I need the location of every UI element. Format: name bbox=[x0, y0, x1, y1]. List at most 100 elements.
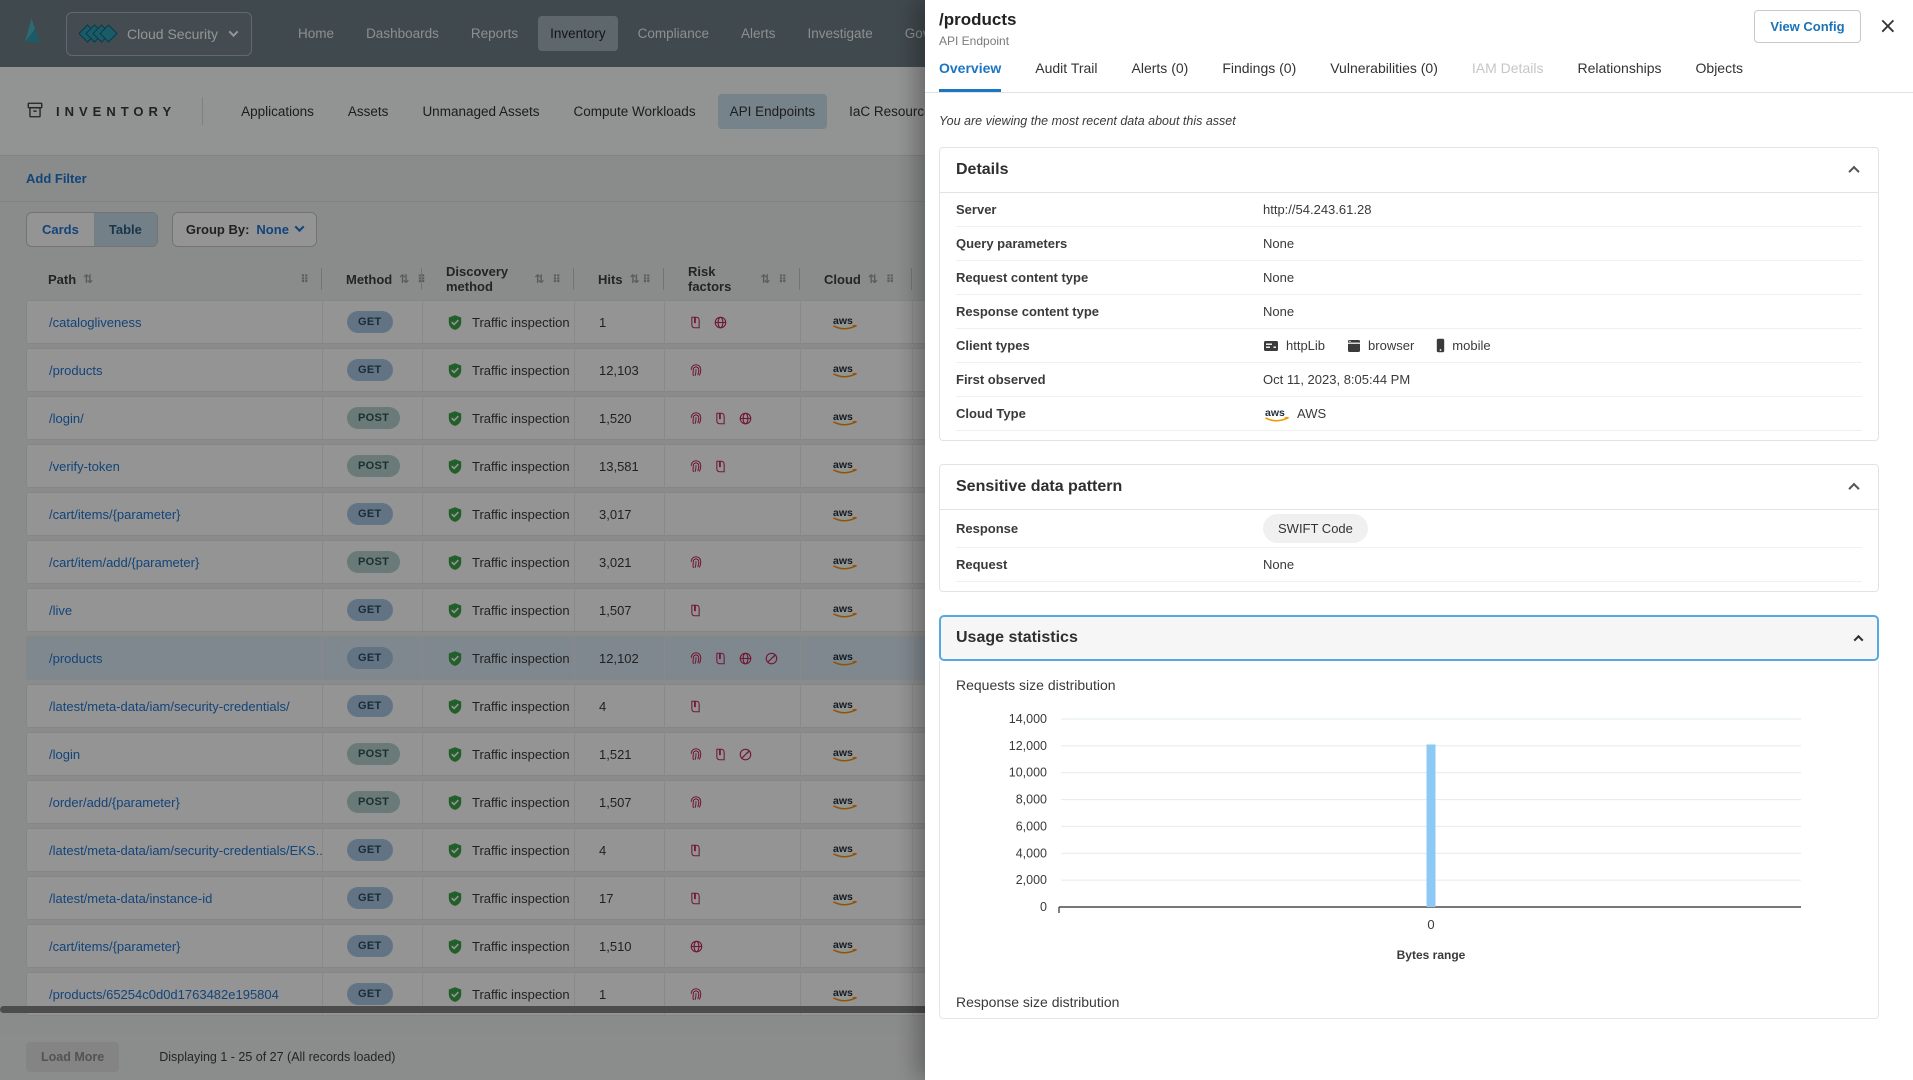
product-switcher[interactable]: Cloud Security bbox=[66, 12, 252, 56]
discovery-method: Traffic inspection bbox=[447, 554, 570, 571]
hits-cell: 1,520 bbox=[575, 397, 665, 439]
sensitive-data-icon[interactable] bbox=[689, 603, 702, 618]
path-link[interactable]: /verify-token bbox=[49, 459, 120, 474]
group-by-dropdown[interactable]: Group By: None bbox=[172, 212, 317, 247]
sensitive-data-icon[interactable] bbox=[714, 651, 727, 666]
path-link[interactable]: /login/ bbox=[49, 411, 84, 426]
path-link[interactable]: /live bbox=[49, 603, 72, 618]
tab-objects[interactable]: Objects bbox=[1696, 60, 1743, 92]
nav-item-reports[interactable]: Reports bbox=[459, 16, 530, 51]
tab-audit-trail[interactable]: Audit Trail bbox=[1035, 60, 1097, 92]
sort-icon[interactable]: ⇅ bbox=[399, 272, 409, 286]
sensitive-data-icon[interactable] bbox=[689, 699, 702, 714]
horizontal-scrollbar[interactable] bbox=[0, 1006, 925, 1016]
fingerprint-icon[interactable] bbox=[689, 555, 703, 570]
sensitive-data-icon[interactable] bbox=[714, 747, 727, 762]
inventory-tab-applications[interactable]: Applications bbox=[229, 94, 326, 129]
column-header-hits[interactable]: Hits⇅⠿ bbox=[574, 268, 664, 290]
nav-item-home[interactable]: Home bbox=[286, 16, 346, 51]
column-header-cloud[interactable]: Cloud⇅⠿ bbox=[800, 268, 912, 290]
sensitive-data-icon[interactable] bbox=[689, 843, 702, 858]
path-link[interactable]: /login bbox=[49, 747, 80, 762]
blocked-icon[interactable] bbox=[764, 651, 779, 666]
discovery-cell: Traffic inspection bbox=[423, 733, 575, 775]
tab-relationships[interactable]: Relationships bbox=[1577, 60, 1661, 92]
path-link[interactable]: /latest/meta-data/iam/security-credentia… bbox=[49, 843, 323, 858]
column-header-risk-factors[interactable]: Risk factors⇅⠿ bbox=[664, 268, 800, 290]
close-icon[interactable]: × bbox=[1879, 16, 1897, 38]
cloud-cell: aws bbox=[801, 685, 913, 727]
nav-item-investigate[interactable]: Investigate bbox=[795, 16, 884, 51]
drag-handle-icon[interactable]: ⠿ bbox=[778, 273, 787, 286]
hits-cell: 4 bbox=[575, 829, 665, 871]
inventory-tab-api-endpoints[interactable]: API Endpoints bbox=[718, 94, 828, 129]
path-link[interactable]: /cart/item/add/{parameter} bbox=[49, 555, 199, 570]
tab-vulnerabilities-0[interactable]: Vulnerabilities (0) bbox=[1330, 60, 1438, 92]
nav-item-compliance[interactable]: Compliance bbox=[626, 16, 721, 51]
nav-item-alerts[interactable]: Alerts bbox=[729, 16, 788, 51]
add-filter-button[interactable]: Add Filter bbox=[26, 171, 87, 186]
sensitive-card-header[interactable]: Sensitive data pattern bbox=[940, 465, 1878, 510]
internet-facing-icon[interactable] bbox=[738, 651, 753, 666]
path-link[interactable]: /products/65254c0d0d1763482e195804 bbox=[49, 987, 279, 1002]
blocked-icon[interactable] bbox=[738, 747, 753, 762]
drag-handle-icon[interactable]: ⠿ bbox=[886, 273, 895, 286]
usage-statistics-header[interactable]: Usage statistics bbox=[939, 615, 1879, 661]
sort-icon[interactable]: ⇅ bbox=[630, 272, 640, 286]
method-cell: GET bbox=[323, 829, 423, 871]
sort-icon[interactable]: ⇅ bbox=[760, 272, 770, 286]
fingerprint-icon[interactable] bbox=[689, 795, 703, 810]
sensitive-data-icon[interactable] bbox=[689, 315, 702, 330]
internet-facing-icon[interactable] bbox=[738, 411, 753, 426]
path-link[interactable]: /cart/items/{parameter} bbox=[49, 939, 181, 954]
tab-overview[interactable]: Overview bbox=[939, 60, 1001, 92]
path-link[interactable]: /latest/meta-data/instance-id bbox=[49, 891, 212, 906]
view-cards-button[interactable]: Cards bbox=[27, 213, 94, 246]
request-size-bar[interactable] bbox=[1427, 744, 1436, 907]
inventory-tab-assets[interactable]: Assets bbox=[336, 94, 401, 129]
inventory-tab-compute-workloads[interactable]: Compute Workloads bbox=[562, 94, 708, 129]
column-header-method[interactable]: Method⇅⠿ bbox=[322, 268, 422, 290]
view-config-button[interactable]: View Config bbox=[1754, 10, 1860, 43]
path-link[interactable]: /products bbox=[49, 651, 102, 666]
detail-row-cloud-type: Cloud TypeawsAWS bbox=[956, 397, 1862, 431]
path-link[interactable]: /order/add/{parameter} bbox=[49, 795, 180, 810]
internet-facing-icon[interactable] bbox=[689, 939, 704, 954]
drag-handle-icon[interactable]: ⠿ bbox=[642, 273, 651, 286]
fingerprint-icon[interactable] bbox=[689, 651, 703, 666]
fingerprint-icon[interactable] bbox=[689, 747, 703, 762]
scrollbar-thumb[interactable] bbox=[0, 1006, 1010, 1013]
fingerprint-icon[interactable] bbox=[689, 987, 703, 1002]
nav-item-inventory[interactable]: Inventory bbox=[538, 16, 618, 51]
load-more-button[interactable]: Load More bbox=[26, 1042, 119, 1072]
detail-row-first-observed: First observedOct 11, 2023, 8:05:44 PM bbox=[956, 363, 1862, 397]
view-table-button[interactable]: Table bbox=[94, 213, 157, 246]
sensitive-data-icon[interactable] bbox=[714, 459, 727, 474]
sort-icon[interactable]: ⇅ bbox=[534, 272, 544, 286]
path-link[interactable]: /products bbox=[49, 363, 102, 378]
path-link[interactable]: /cart/items/{parameter} bbox=[49, 507, 181, 522]
aws-logo-icon: aws bbox=[831, 409, 859, 427]
internet-facing-icon[interactable] bbox=[713, 315, 728, 330]
nav-item-dashboards[interactable]: Dashboards bbox=[354, 16, 451, 51]
column-header-path[interactable]: Path⇅⠿ bbox=[26, 268, 322, 290]
inventory-tab-unmanaged-assets[interactable]: Unmanaged Assets bbox=[410, 94, 551, 129]
fingerprint-icon[interactable] bbox=[689, 411, 703, 426]
fingerprint-icon[interactable] bbox=[689, 363, 703, 378]
shield-check-icon bbox=[447, 650, 463, 667]
cloud-cell: aws bbox=[801, 637, 913, 679]
tab-alerts-0[interactable]: Alerts (0) bbox=[1132, 60, 1189, 92]
column-header-discovery-method[interactable]: Discovery method⇅⠿ bbox=[422, 268, 574, 290]
path-link[interactable]: /latest/meta-data/iam/security-credentia… bbox=[49, 699, 290, 714]
drag-handle-icon[interactable]: ⠿ bbox=[300, 273, 309, 286]
fingerprint-icon[interactable] bbox=[689, 459, 703, 474]
path-link[interactable]: /catalogliveness bbox=[49, 315, 142, 330]
details-card-header[interactable]: Details bbox=[940, 148, 1878, 193]
tab-findings-0[interactable]: Findings (0) bbox=[1222, 60, 1296, 92]
sensitive-data-icon[interactable] bbox=[714, 411, 727, 426]
sort-icon[interactable]: ⇅ bbox=[868, 272, 878, 286]
sort-icon[interactable]: ⇅ bbox=[83, 272, 93, 286]
drag-handle-icon[interactable]: ⠿ bbox=[552, 273, 561, 286]
aws-logo-icon: aws bbox=[831, 745, 859, 763]
sensitive-data-icon[interactable] bbox=[689, 891, 702, 906]
